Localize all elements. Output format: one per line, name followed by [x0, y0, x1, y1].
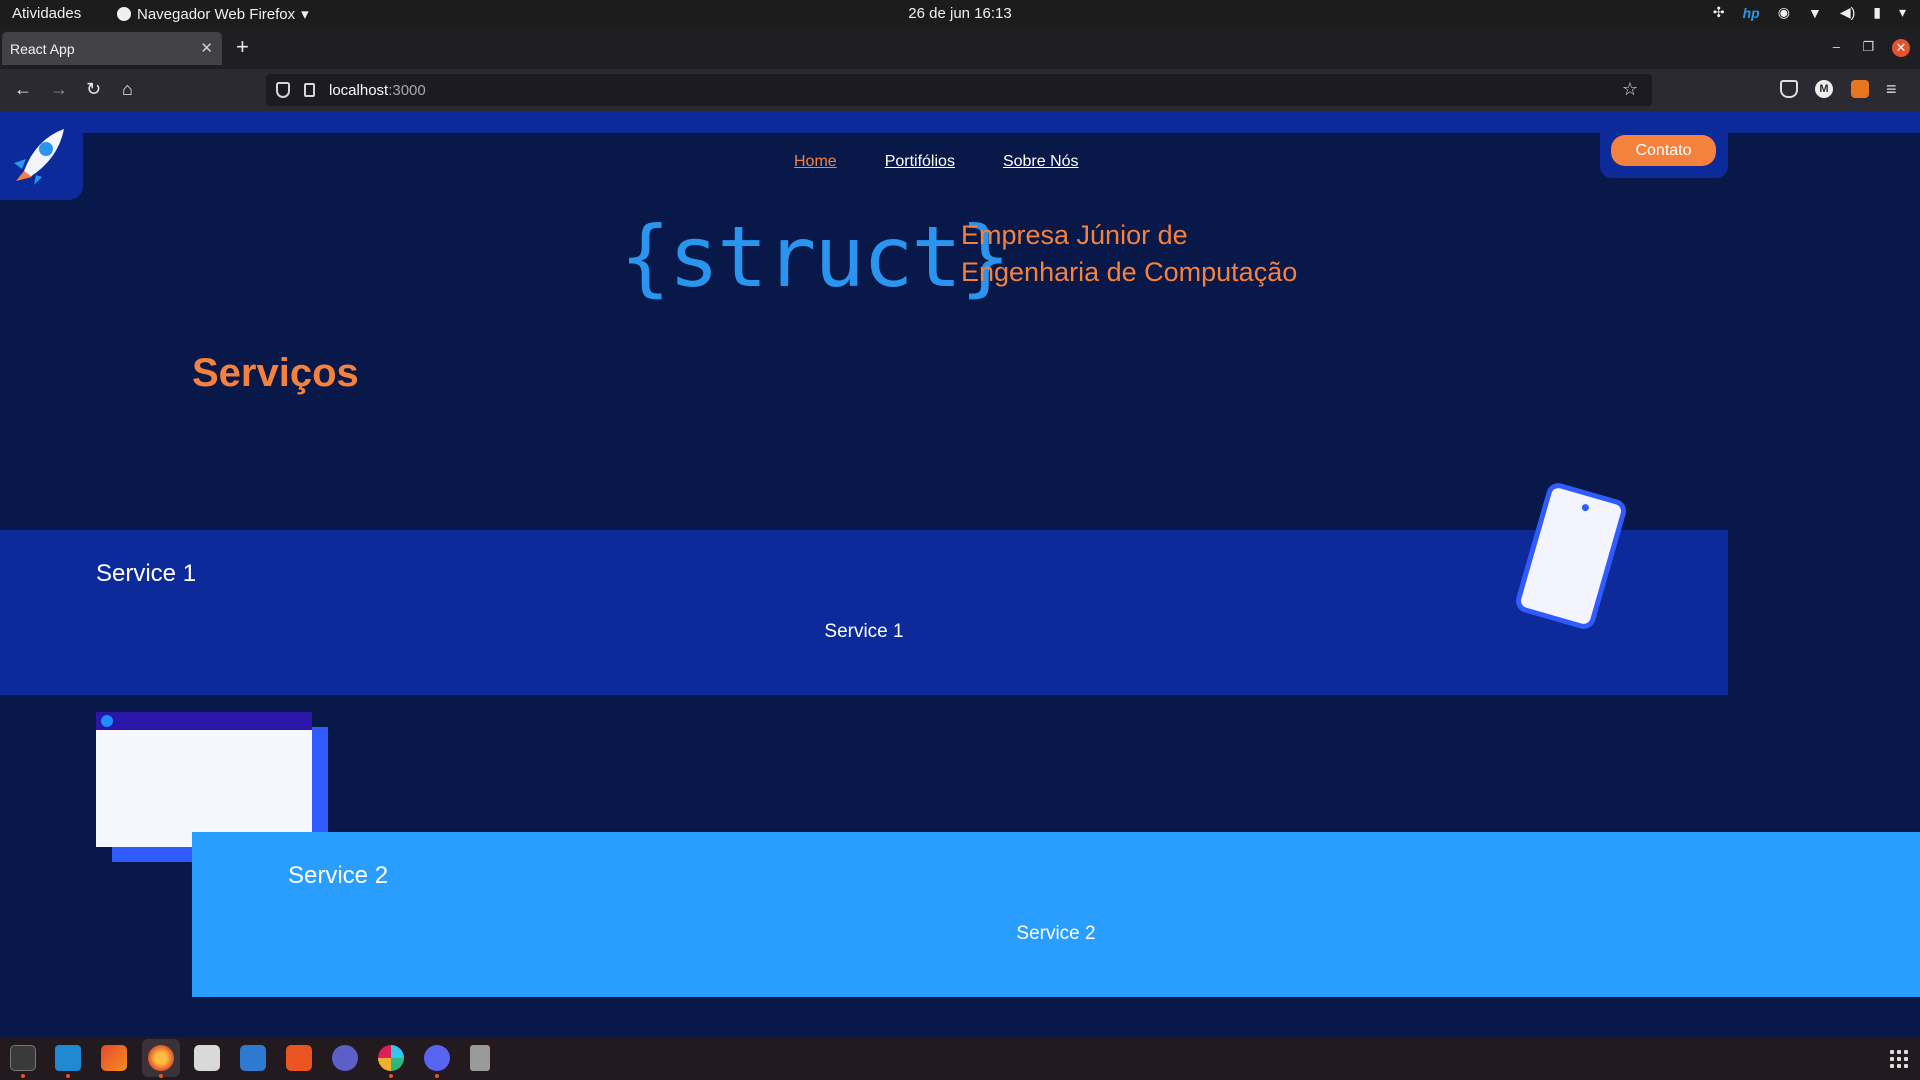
service-description: Service 2 [1016, 923, 1096, 944]
new-tab-button[interactable]: + [236, 36, 249, 58]
running-indicator [389, 1074, 393, 1078]
running-indicator [66, 1074, 70, 1078]
system-tray[interactable]: ✣ hp ◉ ▼ ◀) ▮ ▾ [1713, 4, 1906, 21]
restore-icon[interactable]: ❐ [1862, 39, 1874, 55]
slack-icon[interactable] [378, 1045, 404, 1071]
tagline-line-2: Engenharia de Computação [961, 257, 1298, 287]
tab-title: React App [10, 41, 75, 57]
window-illustration-titlebar [96, 712, 312, 730]
page-viewport: Home Portifólios Sobre Nós Contato {stru… [0, 111, 1920, 1037]
service-description: Service 1 [824, 621, 904, 642]
navigation-toolbar: ← → ↻ ⌂ localhost:3000 ☆ M ≡ [0, 69, 1920, 111]
phone-camera [1581, 503, 1590, 512]
url-bar[interactable]: localhost:3000 ☆ [266, 74, 1652, 106]
terminal-icon[interactable] [10, 1045, 36, 1071]
clock[interactable]: 26 de jun 16:13 [0, 5, 1920, 22]
reload-button[interactable]: ↻ [86, 79, 101, 99]
chevron-down-icon[interactable]: ▾ [1899, 4, 1906, 21]
forward-button[interactable]: → [50, 79, 68, 99]
home-button[interactable]: ⌂ [122, 79, 133, 99]
dock [0, 1037, 1920, 1080]
running-indicator [435, 1074, 439, 1078]
window-close-button[interactable]: ✕ [1892, 39, 1910, 57]
battery-icon[interactable]: ▮ [1873, 4, 1881, 21]
browser-tab[interactable]: React App ✕ [2, 32, 222, 65]
bookmark-star-icon[interactable]: ☆ [1622, 79, 1638, 100]
nav-link-about[interactable]: Sobre Nós [1003, 153, 1079, 171]
trash-icon[interactable] [470, 1045, 490, 1071]
service-card-1: Service 1 Service 1 [0, 530, 1728, 695]
show-apps-grid-icon[interactable] [1890, 1050, 1908, 1068]
tab-strip: React App ✕ + – ❐ ✕ [0, 27, 1920, 69]
account-icon[interactable]: M [1815, 80, 1833, 98]
service-card-2: Service 2 Service 2 [192, 832, 1920, 997]
contact-button[interactable]: Contato [1611, 135, 1716, 166]
discord-tray-icon[interactable]: ◉ [1778, 4, 1790, 21]
nav-link-home[interactable]: Home [794, 153, 837, 171]
brand-wordmark: {struct} [620, 208, 1011, 306]
text-editor-icon[interactable] [240, 1045, 266, 1071]
service-title: Service 1 [96, 560, 197, 587]
section-title: Serviços [192, 351, 359, 395]
jetbrains-icon[interactable] [101, 1045, 127, 1071]
metamask-icon[interactable] [1851, 80, 1869, 98]
back-button[interactable]: ← [14, 79, 32, 99]
close-tab-icon[interactable]: ✕ [200, 39, 213, 57]
menu-icon[interactable]: ≡ [1886, 80, 1904, 98]
window-illustration-dot [101, 715, 113, 727]
running-indicator [21, 1074, 25, 1078]
software-center-icon[interactable] [286, 1045, 312, 1071]
hp-tray-icon[interactable]: hp [1743, 5, 1760, 21]
window-illustration [96, 712, 312, 847]
nav-link-portfolios[interactable]: Portifólios [885, 153, 955, 171]
page-icon [304, 83, 315, 97]
system-top-bar: Atividades Navegador Web Firefox ▾ 26 de… [0, 0, 1920, 27]
files-icon[interactable] [194, 1045, 220, 1071]
service-title: Service 2 [288, 862, 389, 889]
tagline-line-1: Empresa Júnior de [961, 220, 1188, 250]
firefox-icon[interactable] [148, 1045, 174, 1071]
minimize-icon[interactable]: – [1833, 39, 1840, 54]
brand-tagline: Empresa Júnior de Engenharia de Computaç… [961, 217, 1381, 291]
shield-icon[interactable] [276, 82, 290, 98]
logo-container[interactable] [0, 111, 83, 200]
teams-icon[interactable] [332, 1045, 358, 1071]
wifi-icon[interactable]: ▼ [1808, 5, 1822, 21]
vscode-icon[interactable] [55, 1045, 81, 1071]
slack-tray-icon[interactable]: ✣ [1713, 4, 1725, 21]
running-indicator [159, 1074, 163, 1078]
volume-icon[interactable]: ◀) [1840, 4, 1855, 21]
main-nav: Home Portifólios Sobre Nós [794, 153, 1079, 171]
pocket-icon[interactable] [1780, 80, 1798, 98]
url-text[interactable]: localhost:3000 [329, 82, 426, 99]
discord-icon[interactable] [424, 1045, 450, 1071]
rocket-logo-icon [14, 129, 64, 185]
